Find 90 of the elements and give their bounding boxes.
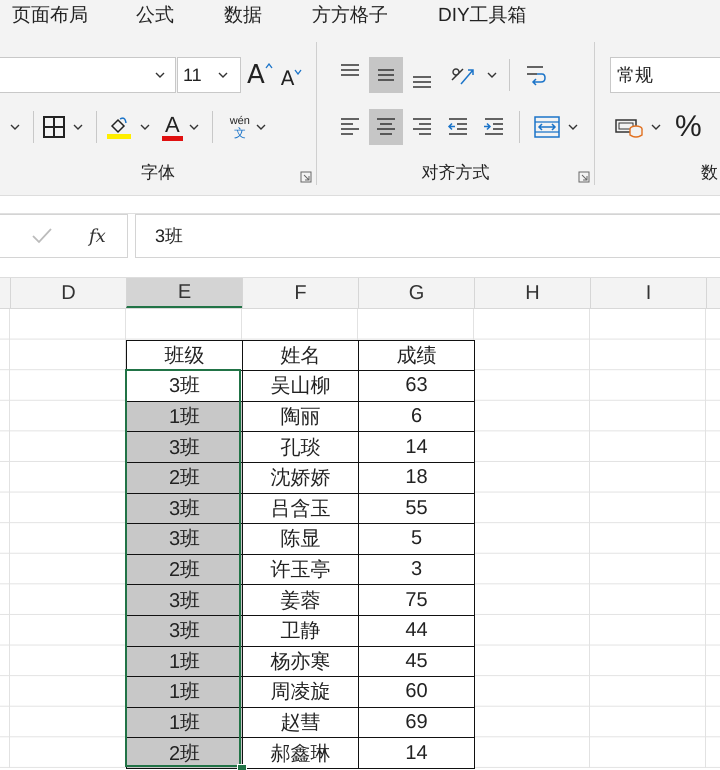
table-cell: 18 <box>358 462 475 494</box>
table-cell: 3班 <box>126 614 243 647</box>
align-center-icon <box>374 116 397 138</box>
menu-tab[interactable]: 数据 <box>224 2 262 28</box>
menu-tab[interactable]: DIY工具箱 <box>438 2 527 28</box>
table-cell: 3班 <box>126 492 243 524</box>
number-format-dropdown[interactable]: 常规 <box>610 57 720 93</box>
caret-icon[interactable] <box>73 123 83 131</box>
menu-tab[interactable]: 页面布局 <box>12 2 88 28</box>
table-cell: 45 <box>358 646 475 678</box>
table-cell: 3班 <box>126 431 243 463</box>
column-header[interactable]: F <box>242 278 358 308</box>
table-cell: 14 <box>358 431 475 463</box>
caret-icon[interactable] <box>486 71 497 79</box>
table-cell: 吕含玉 <box>242 492 359 524</box>
table-header-cell: 班级 <box>126 340 243 372</box>
column-header[interactable]: E <box>126 278 242 308</box>
align-middle-button[interactable] <box>368 57 403 93</box>
caret-down-icon[interactable] <box>294 69 302 75</box>
shrink-font-button[interactable]: A <box>280 66 302 90</box>
percent-button[interactable]: % <box>675 110 702 144</box>
checkmark-icon[interactable] <box>31 227 53 245</box>
table-cell: 1班 <box>126 646 243 678</box>
group-label: 对齐方式 <box>421 162 490 184</box>
table-cell: 姜蓉 <box>242 584 359 616</box>
align-indent-icon <box>482 116 505 138</box>
column-header[interactable]: I <box>590 278 706 308</box>
table-cell: 3班 <box>126 584 243 616</box>
merge-cells-icon[interactable] <box>534 115 560 139</box>
caret-icon[interactable] <box>218 71 228 79</box>
column-header[interactable]: G <box>358 278 474 308</box>
align-right-icon <box>410 116 433 138</box>
caret-icon[interactable] <box>651 123 661 131</box>
table-header-cell: 成绩 <box>358 340 475 372</box>
table-cell: 孔琰 <box>242 431 359 463</box>
caret-icon[interactable] <box>140 123 150 131</box>
table-cell: 1班 <box>126 400 243 432</box>
table-cell: 55 <box>358 492 475 524</box>
table-cell: 周凌旋 <box>242 676 359 708</box>
caret-icon[interactable] <box>10 123 20 131</box>
table-cell: 1班 <box>126 676 243 708</box>
align-left-icon <box>338 116 361 138</box>
grow-font-button[interactable]: A <box>247 60 273 90</box>
caret-icon[interactable] <box>155 71 165 79</box>
formula-input[interactable]: 3班 <box>135 214 720 258</box>
table-cell: 3班 <box>126 523 243 555</box>
table-cell: 5 <box>358 523 475 555</box>
align-bottom-icon <box>410 75 433 89</box>
table-cell: 63 <box>358 370 475 402</box>
align-outdent-icon <box>446 116 469 138</box>
table-cell: 60 <box>358 676 475 708</box>
phonetic-button[interactable]: wén 文 <box>230 115 250 139</box>
table-cell: 44 <box>358 614 475 647</box>
table-header-cell: 姓名 <box>242 340 359 372</box>
caret-icon[interactable] <box>188 123 199 131</box>
table-cell: 14 <box>358 737 475 769</box>
table-cell: 许玉亭 <box>242 554 359 586</box>
borders-icon[interactable] <box>43 116 65 138</box>
table-cell: 杨亦寒 <box>242 646 359 678</box>
table-cell: 赵彗 <box>242 706 359 738</box>
table-cell: 卫静 <box>242 614 359 647</box>
table-cell: 3 <box>358 554 475 586</box>
table-cell: 陶丽 <box>242 400 359 432</box>
table-cell: 2班 <box>126 462 243 494</box>
align-center-button[interactable] <box>368 109 403 145</box>
font-size-dropdown[interactable]: 11 <box>177 57 241 93</box>
group-label: 字体 <box>140 162 175 184</box>
table-cell: 3班 <box>126 370 243 402</box>
table-cell: 陈显 <box>242 523 359 555</box>
menu-tab[interactable]: 公式 <box>136 2 174 28</box>
insert-function-button[interactable]: fx <box>89 226 106 246</box>
table-cell: 沈娇娇 <box>242 462 359 494</box>
caret-icon[interactable] <box>256 123 266 131</box>
table-cell: 69 <box>358 706 475 738</box>
table-cell: 吴山柳 <box>242 370 359 402</box>
font-size-value: 11 <box>183 64 202 86</box>
table-cell: 6 <box>358 400 475 432</box>
caret-icon[interactable] <box>568 123 578 131</box>
dialog-launcher-icon[interactable] <box>578 171 590 183</box>
font-color-button[interactable]: A <box>162 114 183 140</box>
dialog-launcher-icon[interactable] <box>300 171 312 183</box>
table-cell: 75 <box>358 584 475 616</box>
group-label: 数 <box>701 162 718 184</box>
column-header[interactable]: H <box>474 278 590 308</box>
table-cell: 1班 <box>126 706 243 738</box>
caret-up-icon[interactable] <box>264 63 273 69</box>
align-top-icon <box>338 63 361 77</box>
menu-tab[interactable]: 方方格子 <box>312 2 388 28</box>
table-cell: 2班 <box>126 737 243 769</box>
table-cell: 2班 <box>126 554 243 586</box>
